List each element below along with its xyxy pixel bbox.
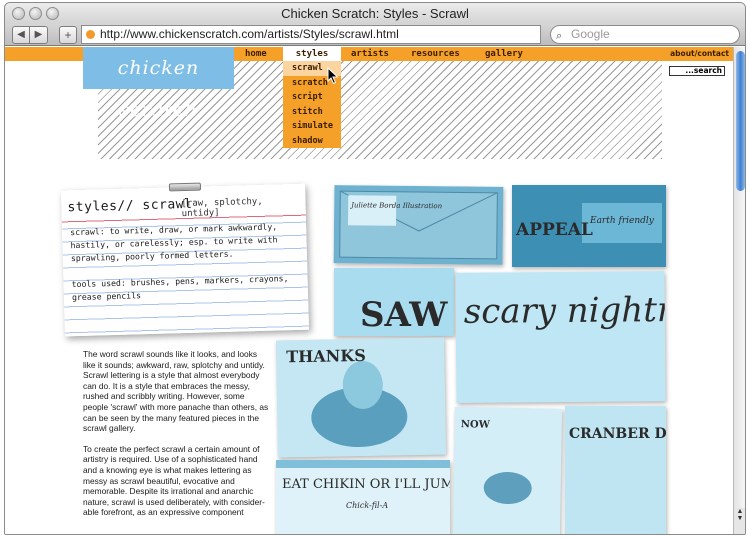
card-tools: tools used: brushes, pens, markers, cray… xyxy=(71,273,289,303)
browser-toolbar: ◀ ▶ + http://www.chickenscratch.com/arti… xyxy=(5,24,745,46)
gallery-photo-billboard[interactable]: EAT CHIKIN OR I'LL JUM Chick-fil-A xyxy=(276,460,450,534)
nav-styles[interactable]: styles xyxy=(283,47,341,61)
photo-caption: THANKS xyxy=(286,346,366,366)
photo-caption: CRANBER DOV WEEZ MAR xyxy=(569,426,666,442)
photo-caption: NOW xyxy=(461,419,491,431)
browser-search-field[interactable]: ⌕ Google xyxy=(550,25,740,44)
vertical-scrollbar[interactable] xyxy=(733,47,745,524)
photo-caption: SAW xyxy=(360,295,448,335)
search-icon: ⌕ xyxy=(556,30,563,42)
address-bar[interactable]: http://www.chickenscratch.com/artists/St… xyxy=(81,25,541,44)
page-viewport: chicken scratch home styles artists reso… xyxy=(5,47,733,534)
gallery-photo-burger[interactable]: NOW xyxy=(452,407,563,534)
window-title: Chicken Scratch: Styles - Scrawl xyxy=(281,6,469,21)
photo-caption: APPEAL xyxy=(515,220,593,240)
article-paragraph: To create the perfect scrawl a certain a… xyxy=(83,443,265,518)
search-placeholder: Google xyxy=(571,27,610,41)
card-definition: scrawl: to write, draw, or mark awkwardl… xyxy=(70,221,278,264)
nav-home[interactable]: home xyxy=(237,47,275,61)
menu-item-shadow[interactable]: shadow xyxy=(283,134,341,149)
photo-caption: Earth friendly xyxy=(589,216,655,226)
gallery-photo-nightmare[interactable]: scary nightmare xyxy=(455,271,666,403)
nav-gallery[interactable]: gallery xyxy=(477,47,531,61)
article-text: The word scrawl sounds like it looks, an… xyxy=(83,349,269,528)
mouse-pointer-icon xyxy=(327,67,339,85)
photo-caption: scary nightmare xyxy=(464,289,666,331)
photo-caption: Juliette Borda Illustration xyxy=(349,201,443,210)
photo-caption: EAT CHIKIN OR I'LL JUM xyxy=(282,477,450,492)
forward-button[interactable]: ▶ xyxy=(30,26,48,44)
gallery-photo-thanks[interactable]: THANKS xyxy=(275,337,447,458)
gallery-photo-saw[interactable]: SAW xyxy=(334,268,454,336)
nav-about-contact[interactable]: about/contact xyxy=(670,47,729,61)
article-paragraph: The word scrawl sounds like it looks, an… xyxy=(83,349,269,434)
minimize-window-button[interactable] xyxy=(29,7,42,20)
add-bookmark-button[interactable]: + xyxy=(59,26,77,44)
photo-caption: Chick-fil-A xyxy=(346,501,388,510)
gallery-photo-envelope[interactable]: Juliette Borda Illustration xyxy=(333,185,504,265)
site-search-box[interactable]: ...search xyxy=(669,66,725,76)
url-text: http://www.chickenscratch.com/artists/St… xyxy=(100,27,399,41)
close-window-button[interactable] xyxy=(12,7,25,20)
definition-card: styles// scrawl [raw, splotchy, untidy] … xyxy=(61,182,309,337)
zoom-window-button[interactable] xyxy=(46,7,59,20)
site-logo[interactable]: chicken scratch xyxy=(83,47,234,121)
nav-artists[interactable]: artists xyxy=(343,47,397,61)
card-title: styles// scrawl xyxy=(67,196,193,216)
gallery-photo-cranberry[interactable]: CRANBER DOV WEEZ MAR xyxy=(565,406,666,534)
scrollbar-thumb[interactable] xyxy=(736,51,745,191)
nav-resources[interactable]: resources xyxy=(403,47,468,61)
menu-item-simulate[interactable]: simulate xyxy=(283,119,341,134)
menu-item-script[interactable]: script xyxy=(283,90,341,105)
title-bar: Chicken Scratch: Styles - Scrawl xyxy=(5,3,745,24)
browser-window: Chicken Scratch: Styles - Scrawl ◀ ▶ + h… xyxy=(4,2,746,535)
scroll-arrows[interactable]: ▲ ▼ xyxy=(733,508,745,534)
menu-item-stitch[interactable]: stitch xyxy=(283,105,341,120)
gallery-photo-appeal[interactable]: APPEAL Earth friendly xyxy=(512,185,666,267)
favicon-icon xyxy=(86,30,95,39)
paper-clip-icon xyxy=(168,182,202,192)
back-button[interactable]: ◀ xyxy=(12,26,30,44)
card-subtitle: [raw, splotchy, untidy] xyxy=(181,196,263,220)
